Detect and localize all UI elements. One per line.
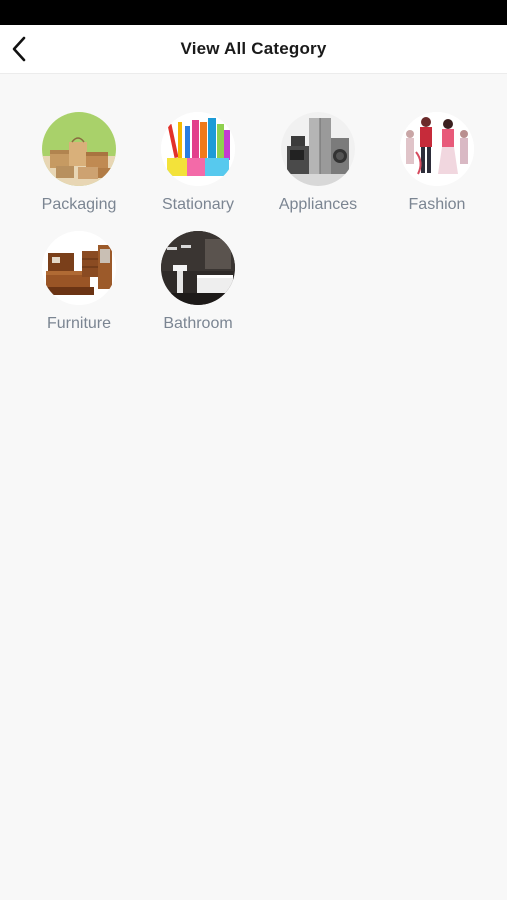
category-tile-fashion[interactable]: Fashion [378,74,496,213]
fashion-models-image [400,112,474,186]
category-tile-stationary[interactable]: Stationary [139,74,257,213]
home-appliances-image [281,112,355,186]
category-label: Furniture [46,315,112,332]
category-tile-packaging[interactable]: Packaging [20,74,138,213]
top-app-bar: View All Category [0,25,507,74]
category-label: Bathroom [163,315,233,332]
status-bar [0,0,507,25]
category-tile-bathroom[interactable]: Bathroom [139,193,257,332]
packaging-boxes-image [42,112,116,186]
stationery-supplies-image [161,112,235,186]
category-label: Appliances [278,196,358,213]
category-label: Fashion [408,196,466,213]
category-tile-furniture[interactable]: Furniture [20,193,138,332]
bathroom-interior-image [161,231,235,305]
category-tile-appliances[interactable]: Appliances [259,74,377,213]
bedroom-furniture-image [42,231,116,305]
page-title: View All Category [180,39,327,58]
